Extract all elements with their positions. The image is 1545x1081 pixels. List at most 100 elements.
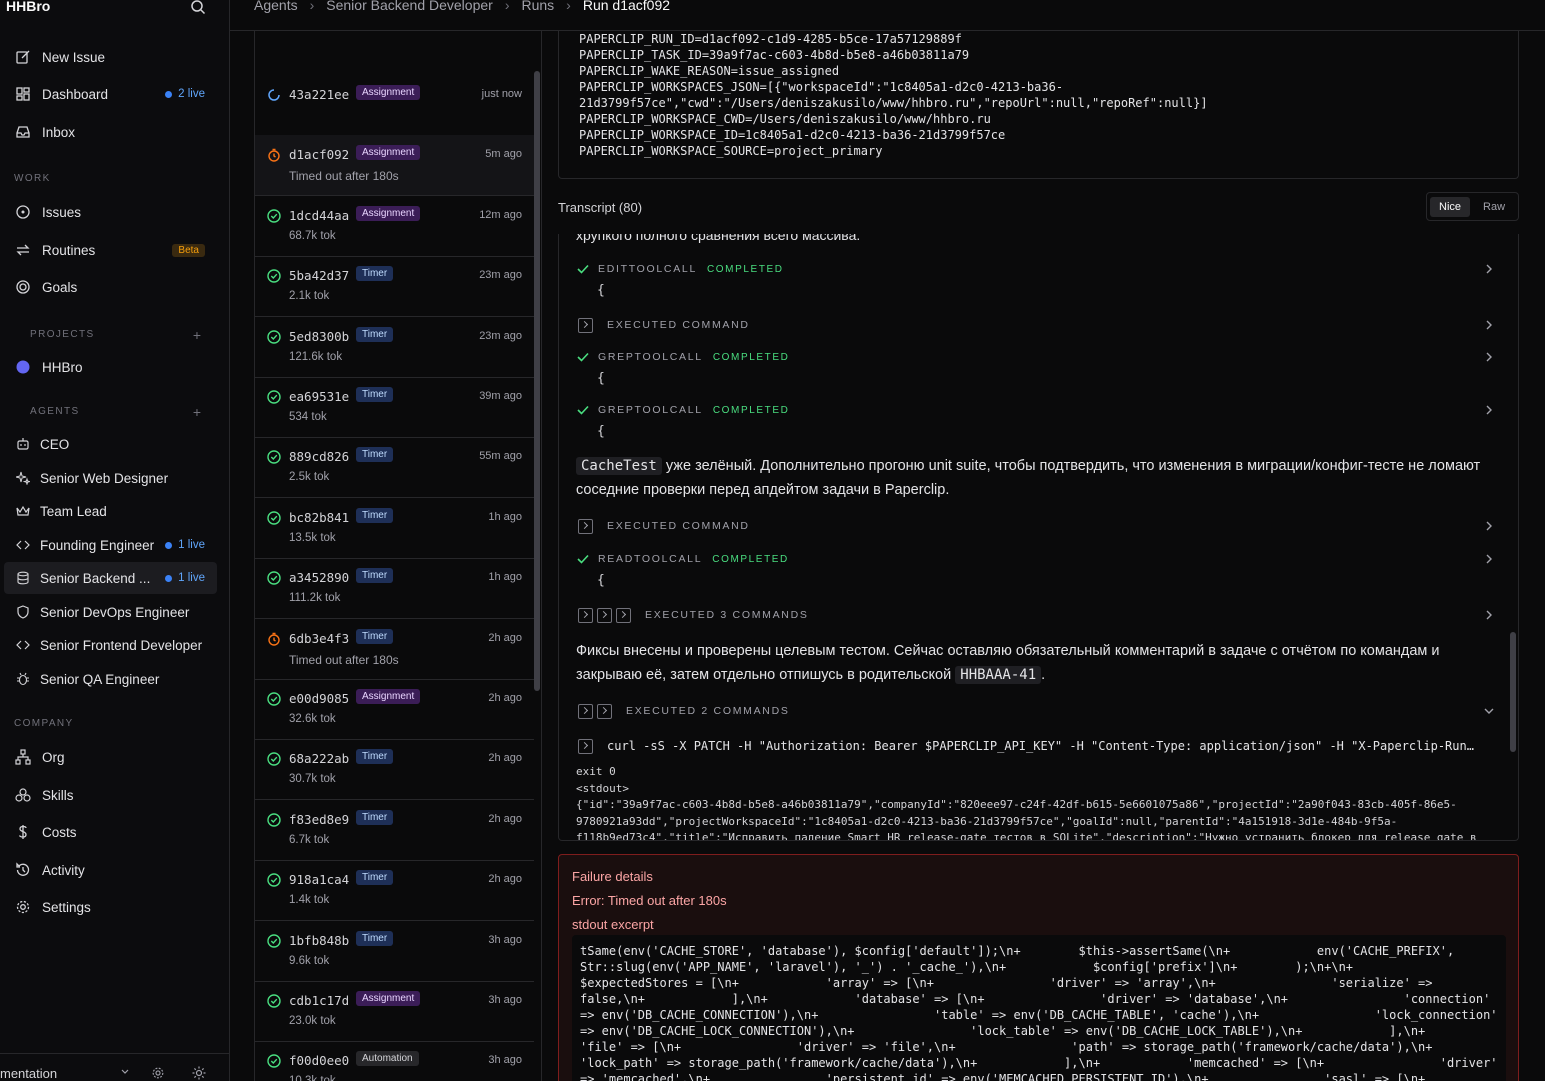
nav-agent-qa[interactable]: Senior QA Engineer	[4, 663, 217, 695]
run-row[interactable]: 43a221ee Assignment just now	[255, 75, 534, 136]
tool-call-row[interactable]: READTOOLCALL COMPLETED	[576, 548, 1496, 570]
run-summary: 2.5k tok	[289, 471, 330, 484]
check-circle-icon	[267, 450, 281, 465]
run-row[interactable]: 5ed8300b Timer 23m ago 121.6k tok	[255, 317, 534, 378]
nav-inbox[interactable]: Inbox	[4, 116, 217, 148]
nav-agent-senior-backend[interactable]: Senior Backend ... 1 live	[4, 562, 217, 594]
command-text: curl -sS -X PATCH -H "Authorization: Bea…	[607, 739, 1474, 753]
nav-org[interactable]: Org	[4, 741, 217, 773]
run-trigger-badge: Automation	[356, 1051, 419, 1067]
view-raw-button[interactable]: Raw	[1474, 197, 1514, 217]
failure-error: Error: Timed out after 180s	[572, 893, 727, 908]
tool-call-row[interactable]: GREPTOOLCALL COMPLETED	[576, 346, 1496, 368]
run-summary: 121.6k tok	[289, 350, 343, 363]
run-row[interactable]: 1dcd44aa Assignment 12m ago 68.7k tok	[255, 196, 534, 257]
nav-agent-ceo[interactable]: CEO	[4, 428, 217, 460]
run-row[interactable]: ea69531e Timer 39m ago 534 tok	[255, 377, 534, 438]
nav-agent-founding-engineer[interactable]: Founding Engineer 1 live	[4, 529, 217, 561]
nav-label: Skills	[42, 787, 74, 803]
settings-icon	[14, 898, 32, 916]
run-row[interactable]: 918a1ca4 Timer 2h ago 1.4k tok	[255, 860, 534, 922]
run-row[interactable]: 889cd826 Timer 55m ago 2.5k tok	[255, 437, 534, 499]
settings-icon[interactable]	[151, 1066, 165, 1080]
top-bar: Agents › Senior Backend Developer › Runs…	[230, 0, 1545, 31]
nav-agent-devops[interactable]: Senior DevOps Engineer	[4, 596, 217, 628]
add-agent-icon[interactable]: +	[193, 404, 201, 420]
chevron-right-icon[interactable]	[1482, 519, 1496, 533]
search-icon[interactable]	[190, 0, 206, 15]
nav-project-hhbro[interactable]: HHBro	[4, 351, 217, 383]
run-row[interactable]: 6db3e4f3 Timer 2h ago Timed out after 180s	[255, 619, 534, 680]
run-time: 55m ago	[479, 450, 522, 463]
run-time: 23m ago	[479, 269, 522, 282]
run-row[interactable]: 5ba42d37 Timer 23m ago 2.1k tok	[255, 256, 534, 318]
nav-settings[interactable]: Settings	[4, 891, 217, 923]
chevron-down-icon[interactable]	[120, 1067, 130, 1077]
run-id: d1acf092	[289, 147, 350, 163]
chevron-down-icon[interactable]	[1482, 704, 1496, 718]
env-line: PAPERCLIP_WORKSPACE_ID=1c8405a1-d2c0-421…	[579, 128, 1006, 142]
chevron-right-icon[interactable]	[1482, 552, 1496, 566]
run-row[interactable]: f00d0ee0 Automation 3h ago 10.3k tok	[255, 1041, 534, 1081]
nav-dashboard[interactable]: Dashboard 2 live	[4, 78, 217, 110]
run-row[interactable]: f83ed8e9 Timer 2h ago 6.7k tok	[255, 800, 534, 861]
transcript-label: Transcript (80)	[558, 200, 643, 215]
check-icon	[577, 405, 589, 415]
nav-agent-web-designer[interactable]: Senior Web Designer	[4, 462, 217, 494]
run-row[interactable]: d1acf092 Assignment 5m ago Timed out after …	[255, 135, 534, 197]
transcript-scrollbar[interactable]	[1510, 632, 1516, 752]
code-icon	[14, 636, 32, 654]
runs-scrollbar[interactable]	[534, 71, 540, 691]
add-project-icon[interactable]: +	[193, 327, 201, 343]
brand-name[interactable]: HHBro	[6, 0, 50, 14]
check-circle-icon	[267, 873, 281, 887]
nav-goals[interactable]: Goals	[4, 271, 217, 303]
check-circle-icon	[267, 692, 281, 706]
breadcrumb-agents[interactable]: Agents	[254, 0, 298, 13]
chevron-right-icon[interactable]	[1482, 403, 1496, 417]
chevron-right-icon[interactable]	[1482, 350, 1496, 364]
run-row[interactable]: 1bfb848b Timer 3h ago 9.6k tok	[255, 921, 534, 982]
command-row[interactable]: EXECUTED COMMAND	[578, 314, 1496, 336]
run-id: 1dcd44aa	[289, 207, 350, 223]
chevron-right-icon[interactable]	[1482, 262, 1496, 276]
run-summary: 10.3k tok	[289, 1075, 336, 1081]
env-line: PAPERCLIP_WAKE_REASON=issue_assigned	[579, 64, 840, 78]
run-row[interactable]: cdb1c17d Assignment 3h ago 23.0k tok	[255, 981, 534, 1042]
chevron-right-icon[interactable]	[1482, 318, 1496, 332]
run-trigger-badge: Timer	[356, 266, 394, 282]
nav-costs[interactable]: Costs	[4, 816, 217, 848]
terminal-icon	[597, 607, 612, 623]
tool-args: {	[597, 424, 605, 439]
view-nice-button[interactable]: Nice	[1430, 196, 1471, 217]
nav-issues[interactable]: Issues	[4, 196, 217, 228]
command-row[interactable]: EXECUTED 3 COMMANDS	[578, 604, 1496, 626]
chevron-right-icon[interactable]	[1482, 608, 1496, 622]
nav-skills[interactable]: Skills	[4, 779, 217, 811]
terminal-icon	[616, 607, 631, 623]
run-row[interactable]: e00d9085 Assignment 2h ago 32.6k tok	[255, 679, 534, 740]
run-row[interactable]: a3452890 Timer 1h ago 111.2k tok	[255, 558, 534, 620]
nav-new-issue[interactable]: New Issue	[4, 41, 217, 73]
run-summary: 1.4k tok	[289, 894, 330, 907]
live-indicator: 2 live	[165, 88, 205, 100]
tool-call-row[interactable]: GREPTOOLCALL COMPLETED	[576, 399, 1496, 421]
chevron-right-icon: ›	[504, 0, 510, 13]
command-row[interactable]: EXECUTED COMMAND	[578, 515, 1496, 537]
run-row[interactable]: 68a222ab Timer 2h ago 30.7k tok	[255, 739, 534, 801]
nav-routines[interactable]: Routines Beta	[4, 234, 217, 266]
run-row[interactable]: bc82b841 Timer 1h ago 13.5k tok	[255, 498, 534, 559]
tool-call-row[interactable]: EDITTOOLCALL COMPLETED	[576, 258, 1496, 280]
command-row-expanded[interactable]: EXECUTED 2 COMMANDS	[578, 700, 1496, 722]
sun-icon[interactable]	[192, 1066, 206, 1080]
nav-agent-team-lead[interactable]: Team Lead	[4, 495, 217, 527]
run-trigger-badge: Assignment	[356, 689, 421, 704]
breadcrumb-runs[interactable]: Runs	[521, 0, 554, 13]
run-time: 2h ago	[488, 631, 522, 644]
nav-activity[interactable]: Activity	[4, 854, 217, 886]
run-time: 23m ago	[479, 329, 522, 342]
crown-icon	[14, 502, 32, 520]
breadcrumb-agent[interactable]: Senior Backend Developer	[326, 0, 493, 13]
nav-agent-frontend[interactable]: Senior Frontend Developer	[4, 629, 217, 661]
command-line[interactable]: curl -sS -X PATCH -H "Authorization: Bea…	[578, 736, 1478, 756]
